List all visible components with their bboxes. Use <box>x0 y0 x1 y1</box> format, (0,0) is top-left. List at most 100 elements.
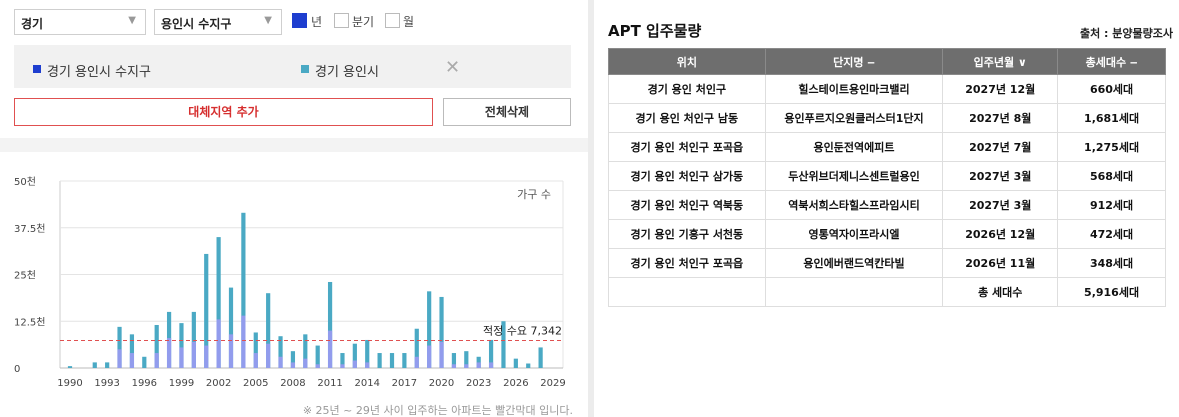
region-color-swatch <box>33 65 41 73</box>
bar-suji <box>241 315 246 368</box>
delete-all-button[interactable]: 전체삭제 <box>443 98 571 126</box>
cell-location: 경기 용인 처인구 삼가동 <box>608 161 766 191</box>
bar-yongin <box>389 353 395 368</box>
apt-title: APT 입주물량 <box>608 22 702 40</box>
x-tick-label: 1999 <box>169 378 194 389</box>
cell-move-in: 2027년 3월 <box>942 161 1059 191</box>
cell-complex: 용인둔전역에피트 <box>764 132 944 162</box>
province-select-value: 경기 <box>21 17 44 31</box>
y-tick-label: 0 <box>14 364 20 375</box>
y-tick-label: 37.5천 <box>14 223 45 235</box>
bar-suji <box>166 338 172 368</box>
bar-suji <box>439 341 444 368</box>
x-tick-label: 2005 <box>243 378 268 389</box>
region-color-swatch <box>301 65 309 73</box>
page: 경기 ▼ 용인시 수지구 ▼ 년 분기 월 경기 용인시 수지구 경기 용인시 … <box>0 0 1179 417</box>
cell-location: 경기 용인 처인구 <box>608 74 766 104</box>
checkbox-month[interactable] <box>385 13 400 28</box>
table-row: 경기 용인 기흥구 서천동 영통역자이프라시엘 2026년 12월 472세대 <box>608 219 1166 249</box>
apt-source: 출처 : 분양물량조사 <box>1079 27 1173 40</box>
bar-suji <box>340 364 345 368</box>
province-select[interactable]: 경기 ▼ <box>14 9 146 35</box>
bar-suji <box>327 330 333 368</box>
bar-yongin <box>538 347 543 368</box>
cell-units: 348세대 <box>1057 248 1166 278</box>
checkbox-quarter[interactable] <box>334 13 349 28</box>
cell-complex: 용인에버랜드역칸타빌 <box>764 248 944 278</box>
bar-suji <box>290 362 296 368</box>
x-tick-label: 2017 <box>392 378 417 389</box>
cell-complex: 두산위브더제니스센트럴용인 <box>764 161 944 191</box>
panel-divider <box>588 0 594 417</box>
chevron-down-icon: ▼ <box>128 15 136 26</box>
bar-suji <box>191 341 196 368</box>
y-tick-label: 50천 <box>14 176 36 188</box>
bar-suji <box>352 360 357 368</box>
cell-units: 568세대 <box>1057 161 1166 191</box>
x-tick-label: 2026 <box>503 378 528 389</box>
cell-complex: 힐스테이트용인마크밸리 <box>764 74 944 104</box>
col-units[interactable]: 총세대수 ‒ <box>1057 48 1166 75</box>
total-value: 5,916세대 <box>1057 277 1166 307</box>
cell-units: 1,681세대 <box>1057 103 1166 133</box>
x-tick-label: 1990 <box>57 378 82 389</box>
table-row: 경기 용인 처인구 포곡읍 용인에버랜드역칸타빌 2026년 11월 348세대 <box>608 248 1166 278</box>
cell-empty <box>608 277 766 307</box>
bar-suji <box>129 353 135 368</box>
x-tick-label: 2020 <box>429 378 454 389</box>
bar-suji <box>303 358 308 368</box>
cell-complex: 용인푸르지오원클러스터1단지 <box>764 103 944 133</box>
table-row: 경기 용인 처인구 삼가동 두산위브더제니스센트럴용인 2027년 3월 568… <box>608 161 1166 191</box>
bar-suji <box>228 334 234 368</box>
close-icon[interactable]: ✕ <box>445 57 460 78</box>
bar-suji <box>154 353 159 368</box>
col-location[interactable]: 위치 <box>608 48 766 75</box>
bar-suji <box>427 345 432 368</box>
bar-suji <box>117 349 122 368</box>
y-tick-label: 12.5천 <box>14 316 45 328</box>
checkbox-year-label: 년 <box>311 15 323 29</box>
checkbox-year[interactable] <box>292 13 307 28</box>
bar-suji <box>179 347 184 368</box>
bar-suji <box>414 356 419 368</box>
x-tick-label: 2029 <box>540 378 565 389</box>
bar-suji <box>266 343 271 368</box>
cell-location: 경기 용인 처인구 포곡읍 <box>608 248 766 278</box>
add-region-button[interactable]: 대체지역 추가 <box>14 98 433 126</box>
x-tick-label: 2014 <box>355 378 380 389</box>
table-row: 경기 용인 처인구 포곡읍 용인둔전역에피트 2027년 7월 1,275세대 <box>608 132 1166 162</box>
bar-yongin <box>526 363 531 368</box>
table-total-row: 총 세대수 5,916세대 <box>608 277 1166 307</box>
cell-location: 경기 용인 처인구 역북동 <box>608 190 766 220</box>
apt-table: 위치 단지명 ‒ 입주년월 ∨ 총세대수 ‒ 경기 용인 처인구 힐스테이트용인… <box>608 48 1166 307</box>
cell-move-in: 2026년 12월 <box>942 219 1059 249</box>
checkbox-quarter-label: 분기 <box>352 15 375 29</box>
bar-yongin <box>142 356 147 368</box>
col-complex[interactable]: 단지명 ‒ <box>764 48 944 75</box>
cell-move-in: 2027년 12월 <box>942 74 1059 104</box>
bar-yongin <box>105 362 110 368</box>
cell-complex: 역북서희스타힐스프라임시티 <box>764 190 944 220</box>
cell-units: 912세대 <box>1057 190 1166 220</box>
chart-legend: 가구 수 <box>517 188 551 201</box>
bar-suji <box>315 364 320 368</box>
city-select[interactable]: 용인시 수지구 ▼ <box>154 9 282 35</box>
section-divider <box>0 138 588 152</box>
x-tick-label: 1996 <box>132 378 157 389</box>
cell-units: 1,275세대 <box>1057 132 1166 162</box>
cell-location: 경기 용인 처인구 남동 <box>608 103 766 133</box>
table-row: 경기 용인 처인구 역북동 역북서희스타힐스프라임시티 2027년 3월 912… <box>608 190 1166 220</box>
left-panel: 경기 ▼ 용인시 수지구 ▼ 년 분기 월 경기 용인시 수지구 경기 용인시 … <box>0 0 588 417</box>
total-label: 총 세대수 <box>942 277 1059 307</box>
col-move-in[interactable]: 입주년월 ∨ <box>942 48 1059 75</box>
cell-empty <box>764 277 944 307</box>
reference-line-label: 적정 수요 7,342 <box>483 325 562 338</box>
bar-suji <box>488 362 494 368</box>
region-name: 경기 용인시 수지구 <box>47 65 151 80</box>
cell-move-in: 2027년 8월 <box>942 103 1059 133</box>
x-tick-label: 2011 <box>317 378 342 389</box>
bar-yongin <box>67 366 73 368</box>
checkbox-month-label: 월 <box>403 15 415 29</box>
bar-suji <box>204 345 209 368</box>
supply-bar-chart: 0 12.5천 25천 37.5천 50천 1990 1993 1996 1999 2002 20… <box>14 176 566 389</box>
